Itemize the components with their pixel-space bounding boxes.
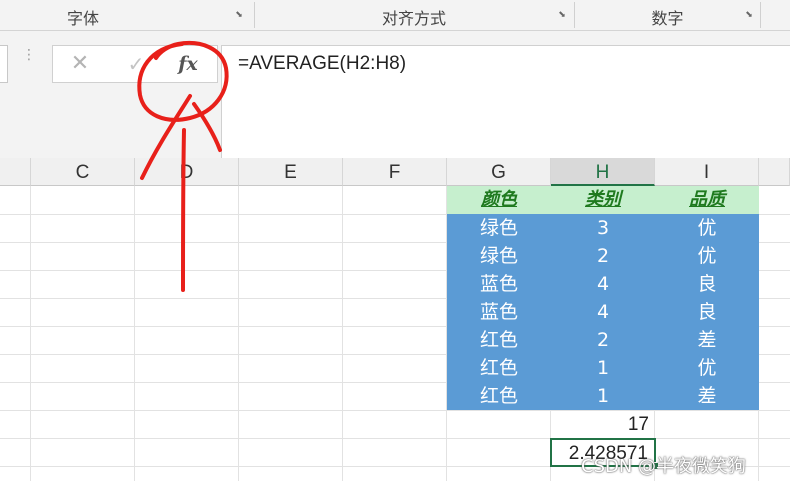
ribbon-group-label: 对齐方式 <box>381 9 446 28</box>
table-header-color[interactable]: 颜色 <box>447 186 551 214</box>
gridline <box>134 186 135 481</box>
table-cell[interactable]: 2 <box>551 242 655 270</box>
table-cell[interactable]: 优 <box>655 242 759 270</box>
column-header-j[interactable] <box>759 158 790 186</box>
ribbon-group-label: 数字 <box>651 9 684 28</box>
table-cell[interactable]: 1 <box>551 382 655 410</box>
ribbon-group-label: 字体 <box>66 9 99 28</box>
table-cell[interactable]: 绿色 <box>447 242 551 270</box>
ribbon-group-bar: 字体 ⬊ 对齐方式 ⬊ 数字 ⬊ <box>0 0 790 31</box>
table-cell[interactable]: 红色 <box>447 354 551 382</box>
table-cell[interactable]: 绿色 <box>447 214 551 242</box>
table-cell[interactable]: 优 <box>655 214 759 242</box>
column-header-d[interactable]: D <box>135 158 239 186</box>
dialog-launcher-icon[interactable]: ⬊ <box>744 10 754 20</box>
table-cell[interactable]: 1 <box>551 354 655 382</box>
table-cell[interactable]: 2 <box>551 326 655 354</box>
cancel-icon[interactable]: ✕ <box>55 46 105 82</box>
formula-buttons: ✕ ✓ fx <box>52 45 218 83</box>
sum-cell[interactable]: 17 <box>551 411 655 439</box>
column-header-f[interactable]: F <box>343 158 447 186</box>
table-header-quality[interactable]: 品质 <box>655 186 759 214</box>
name-box[interactable] <box>0 45 8 83</box>
table-cell[interactable]: 蓝色 <box>447 270 551 298</box>
dialog-launcher-icon[interactable]: ⬊ <box>557 10 567 20</box>
table-cell[interactable]: 差 <box>655 326 759 354</box>
insert-function-icon[interactable]: fx <box>163 46 213 82</box>
gridline <box>30 186 31 481</box>
gridline <box>238 186 239 481</box>
spreadsheet-grid: C D E F G H I 颜色 类别 品质 绿色 3 优 绿色 2 优 蓝色 … <box>0 158 790 481</box>
column-header-i[interactable]: I <box>655 158 759 186</box>
row-header-corner[interactable] <box>0 158 31 186</box>
table-cell[interactable]: 良 <box>655 298 759 326</box>
watermark: CSDN @半夜微笑狗 <box>581 456 747 477</box>
table-cell[interactable]: 优 <box>655 354 759 382</box>
dialog-launcher-icon[interactable]: ⬊ <box>234 10 244 20</box>
drag-handle-icon[interactable]: ⋮ <box>22 48 36 75</box>
table-cell[interactable]: 红色 <box>447 326 551 354</box>
table-cell[interactable]: 红色 <box>447 382 551 410</box>
table-cell[interactable]: 蓝色 <box>447 298 551 326</box>
column-header-c[interactable]: C <box>31 158 135 186</box>
column-header-h[interactable]: H <box>551 158 655 186</box>
table-cell[interactable]: 4 <box>551 298 655 326</box>
column-header-g[interactable]: G <box>447 158 551 186</box>
table-cell[interactable]: 3 <box>551 214 655 242</box>
enter-icon[interactable]: ✓ <box>111 46 161 82</box>
ribbon-group-alignment: 对齐方式 ⬊ <box>255 0 573 30</box>
gridline <box>0 438 790 439</box>
gridline <box>342 186 343 481</box>
formula-input[interactable]: =AVERAGE(H2:H8) <box>221 45 790 159</box>
table-cell[interactable]: 4 <box>551 270 655 298</box>
group-divider <box>760 2 761 28</box>
table-cell[interactable]: 差 <box>655 382 759 410</box>
column-header-e[interactable]: E <box>239 158 343 186</box>
formula-bar: ⋮ ✕ ✓ fx =AVERAGE(H2:H8) <box>0 31 790 159</box>
formula-text: =AVERAGE(H2:H8) <box>238 53 407 74</box>
table-header-category[interactable]: 类别 <box>551 186 655 214</box>
table-cell[interactable]: 良 <box>655 270 759 298</box>
ribbon-group-number: 数字 ⬊ <box>575 0 760 30</box>
ribbon-group-font: 字体 ⬊ <box>0 0 250 30</box>
gridline <box>0 410 790 411</box>
